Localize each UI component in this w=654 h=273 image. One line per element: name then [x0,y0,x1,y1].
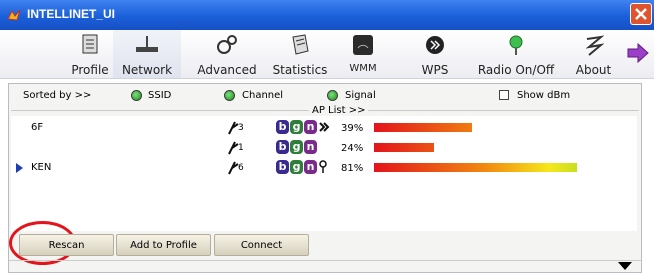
mode-b-badge: b [276,120,289,134]
toolbar-label: Statistics [272,63,328,77]
gears-icon [217,35,237,54]
key-icon [319,160,327,173]
network-channel: 3 [238,123,244,133]
network-icon [136,36,158,52]
wps-icon [426,36,444,54]
network-channel: 1 [238,143,244,153]
app-logo-icon [7,9,21,21]
ap-list-panel: Sorted by >> SSID Channel Signal Show dB… [8,83,642,273]
title-bar: INTELLINET_UI [0,0,654,30]
toolbar-label: Network [121,63,173,77]
wmm-icon [353,35,373,55]
toolbar-label: Radio On/Off [477,63,555,77]
toolbar: Profile Network Advanced Statistics WMM [0,30,654,79]
signal-bar [374,123,472,132]
toolbar-label: WMM [349,63,377,74]
network-ssid: KEN [31,162,52,173]
toolbar-advanced[interactable]: Advanced [192,30,262,78]
signal-percent: 24% [341,143,364,154]
window-title: INTELLINET_UI [27,7,116,21]
toolbar-radio[interactable]: Radio On/Off [472,30,560,78]
toolbar-statistics[interactable]: Statistics [265,30,335,78]
network-row[interactable]: KEN 6 b g n 81% [11,159,637,177]
network-ssid: 6F [31,122,44,133]
mode-n-badge: n [304,160,317,174]
network-list: 6F 3 b g n 39% 1 b g n 24% KEN 6 b g n 8… [11,116,637,231]
close-button[interactable] [630,3,652,25]
mode-n-badge: n [304,140,317,154]
network-row[interactable]: 1 b g n 24% [11,139,637,157]
expand-arrow-icon[interactable] [618,262,632,270]
close-icon [635,8,647,20]
radio-icon [509,35,523,55]
signal-percent: 39% [341,123,364,134]
wps-icon [319,122,330,132]
toolbar-label: Advanced [197,63,257,77]
selection-arrow-icon [16,163,23,173]
ap-list-label: AP List >> [309,105,369,116]
mode-g-badge: g [290,160,303,174]
network-row[interactable]: 6F 3 b g n 39% [11,119,637,137]
mode-g-badge: g [290,140,303,154]
signal-bar [374,163,577,172]
notepad-icon [292,34,309,55]
sort-channel-radio[interactable] [224,90,235,101]
add-to-profile-button[interactable]: Add to Profile [116,234,211,256]
connect-button[interactable]: Connect [214,234,309,256]
mode-b-badge: b [276,140,289,154]
toolbar-network[interactable]: Network [113,30,181,78]
toolbar-label: WPS [421,63,449,77]
profile-icon [82,34,98,54]
sort-signal-radio[interactable] [327,90,338,101]
sort-ssid-radio[interactable] [131,90,142,101]
mode-n-badge: n [304,120,317,134]
rescan-button[interactable]: Rescan [19,234,114,256]
mode-b-badge: b [276,160,289,174]
network-channel: 6 [238,163,244,173]
sort-ssid-label: SSID [148,90,172,101]
toolbar-label: About [575,63,612,77]
sort-signal-label: Signal [345,90,376,101]
toolbar-about[interactable]: About [566,30,621,78]
toolbar-wmm[interactable]: WMM [333,30,393,78]
sort-channel-label: Channel [242,90,284,101]
signal-percent: 81% [341,163,364,174]
forward-arrow-icon[interactable] [626,42,650,64]
show-dbm-label: Show dBm [517,90,571,101]
about-icon [585,35,604,56]
toolbar-wps[interactable]: WPS [405,30,465,78]
signal-bar [374,143,434,152]
mode-g-badge: g [290,120,303,134]
bottom-divider [9,260,641,261]
sorted-by-label: Sorted by >> [23,90,92,101]
show-dbm-checkbox[interactable] [499,90,509,100]
